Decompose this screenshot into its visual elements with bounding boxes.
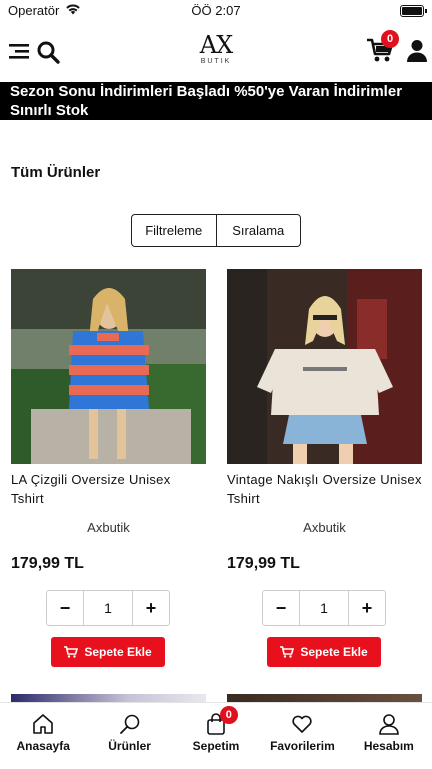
tab-favorites-label: Favorilerim — [270, 739, 335, 753]
quantity-stepper: − 1 + — [46, 590, 170, 626]
cart-count-badge: 0 — [219, 706, 238, 724]
tab-favorites[interactable]: Favorilerim — [259, 703, 345, 769]
tab-cart-label: Sepetim — [192, 739, 240, 753]
menu-icon[interactable] — [9, 41, 29, 61]
add-to-cart-label: Sepete Ekle — [300, 645, 368, 659]
filter-button[interactable]: Filtreleme — [132, 215, 217, 246]
increase-qty-button[interactable]: + — [133, 591, 169, 625]
quantity-value[interactable]: 1 — [299, 591, 349, 625]
status-bar: Operatör ÖÖ 2:07 — [0, 0, 432, 22]
product-brand: Axbutik — [303, 520, 346, 535]
tab-account[interactable]: Hesabım — [346, 703, 432, 769]
promo-banner[interactable]: Sezon Sonu İndirimleri Başladı %50'ye Va… — [0, 82, 432, 120]
tab-products-label: Ürünler — [108, 739, 151, 753]
tab-home[interactable]: Anasayfa — [0, 703, 86, 769]
user-icon — [379, 714, 399, 735]
clock: ÖÖ 2:07 — [191, 3, 241, 18]
search-icon — [119, 714, 139, 734]
product-price: 179,99 TL — [227, 555, 300, 572]
promo-banner-text: Sezon Sonu İndirimleri Başladı %50'ye Va… — [10, 83, 403, 119]
product-price: 179,99 TL — [11, 555, 84, 572]
app-header: AX BUTIK 0 — [0, 22, 432, 82]
logo-subtitle: BUTIK — [200, 58, 232, 65]
tab-account-label: Hesabım — [363, 739, 414, 753]
heart-icon — [292, 715, 313, 733]
sort-button[interactable]: Sıralama — [217, 215, 301, 246]
battery-icon — [400, 5, 427, 17]
product-card[interactable]: Vintage Nakışlı Oversize Unisex Tshirt A… — [227, 269, 422, 667]
filter-sort-group: Filtreleme Sıralama — [131, 214, 301, 247]
decrease-qty-button[interactable]: − — [47, 591, 83, 625]
next-product-image[interactable] — [11, 694, 206, 702]
tab-cart[interactable]: Sepetim 0 — [173, 703, 259, 769]
product-brand: Axbutik — [87, 520, 130, 535]
decrease-qty-button[interactable]: − — [263, 591, 299, 625]
product-card[interactable]: LA Çizgili Oversize Unisex Tshirt Axbuti… — [11, 269, 206, 667]
cart-count-badge: 0 — [381, 30, 399, 48]
product-name[interactable]: LA Çizgili Oversize Unisex Tshirt — [11, 470, 206, 510]
quantity-stepper: − 1 + — [262, 590, 386, 626]
user-icon[interactable] — [406, 39, 428, 63]
logo-mark: AX — [199, 31, 233, 59]
add-to-cart-button[interactable]: Sepete Ekle — [51, 637, 165, 667]
quantity-value[interactable]: 1 — [83, 591, 133, 625]
increase-qty-button[interactable]: + — [349, 591, 385, 625]
cart-icon — [280, 646, 295, 658]
bottom-tab-bar: Anasayfa Ürünler Sepetim 0 Favorilerim H… — [0, 702, 432, 769]
product-image[interactable] — [227, 269, 422, 464]
home-icon — [33, 714, 54, 734]
tab-products[interactable]: Ürünler — [86, 703, 172, 769]
product-image[interactable] — [11, 269, 206, 464]
add-to-cart-button[interactable]: Sepete Ekle — [267, 637, 381, 667]
search-icon[interactable] — [36, 40, 60, 64]
next-product-image[interactable] — [227, 694, 422, 702]
brand-logo[interactable]: AX BUTIK — [188, 32, 244, 72]
product-name[interactable]: Vintage Nakışlı Oversize Unisex Tshirt — [227, 470, 422, 510]
page-title: Tüm Ürünler — [11, 164, 101, 181]
cart-icon — [64, 646, 79, 658]
tab-home-label: Anasayfa — [16, 739, 70, 753]
add-to-cart-label: Sepete Ekle — [84, 645, 152, 659]
